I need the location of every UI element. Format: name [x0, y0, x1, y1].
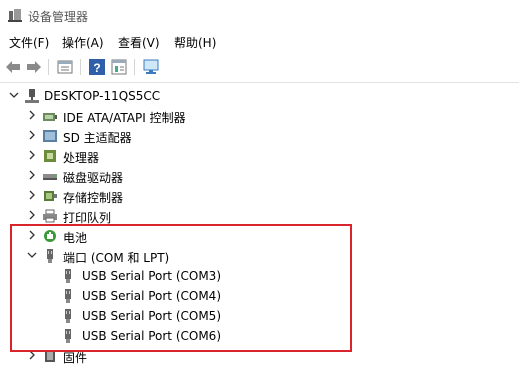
computer-name: DESKTOP-11QS5CC: [44, 89, 161, 103]
title-bar: 设备管理器: [0, 0, 519, 30]
processor-icon: [44, 150, 56, 162]
tree-item-storage[interactable]: 存储控制器: [0, 186, 519, 206]
help-icon[interactable]: ?: [88, 58, 106, 76]
action-view-icon[interactable]: [110, 58, 128, 76]
tree-item-label: 存储控制器: [63, 191, 124, 205]
tree-item-label: SD 主适配器: [63, 131, 132, 145]
chevron-right-icon[interactable]: [26, 109, 38, 121]
ide-controller-icon: [43, 113, 57, 121]
tree-item-label: 处理器: [63, 151, 100, 165]
disk-drive-icon: [43, 174, 57, 180]
menu-help[interactable]: 帮助(H): [174, 34, 216, 51]
tree-item-label: 磁盘驱动器: [63, 171, 124, 185]
menu-action[interactable]: 操作(A): [62, 34, 104, 51]
tree-item-disk[interactable]: 磁盘驱动器: [0, 166, 519, 186]
printer-icon: [43, 209, 57, 223]
chevron-right-icon[interactable]: [26, 169, 38, 181]
chevron-right-icon[interactable]: [26, 129, 38, 141]
window-title: 设备管理器: [28, 10, 89, 24]
menu-bar: 文件(F) 操作(A) 查看(V) 帮助(H): [0, 32, 519, 52]
tree-item-sd[interactable]: SD 主适配器: [0, 126, 519, 146]
tree-item-label: IDE ATA/ATAPI 控制器: [63, 111, 186, 125]
toolbar: ?: [0, 54, 519, 83]
toolbar-separator: [134, 59, 135, 75]
back-icon[interactable]: [4, 58, 22, 76]
menu-file[interactable]: 文件(F): [9, 34, 49, 51]
tree-item-processor[interactable]: 处理器: [0, 146, 519, 166]
toolbar-separator: [80, 59, 81, 75]
tree-item-ide[interactable]: IDE ATA/ATAPI 控制器: [0, 106, 519, 126]
svg-text:?: ?: [93, 61, 100, 75]
computer-icon: [25, 89, 39, 103]
device-manager-icon: [8, 9, 22, 22]
chevron-right-icon[interactable]: [26, 209, 38, 221]
chevron-down-icon[interactable]: [8, 89, 20, 101]
chevron-right-icon[interactable]: [26, 189, 38, 201]
chevron-right-icon[interactable]: [26, 149, 38, 161]
tree-item-print-queue[interactable]: 打印队列: [0, 206, 519, 226]
storage-controller-icon: [44, 191, 57, 201]
tree-root[interactable]: DESKTOP-11QS5CC: [0, 86, 519, 106]
highlight-annotation-box: [10, 224, 352, 352]
properties-view-icon[interactable]: [56, 58, 74, 76]
monitor-icon[interactable]: [142, 58, 160, 76]
sd-adapter-icon: [43, 130, 57, 142]
forward-icon[interactable]: [25, 58, 43, 76]
menu-view[interactable]: 查看(V): [118, 34, 160, 51]
toolbar-separator: [48, 59, 49, 75]
